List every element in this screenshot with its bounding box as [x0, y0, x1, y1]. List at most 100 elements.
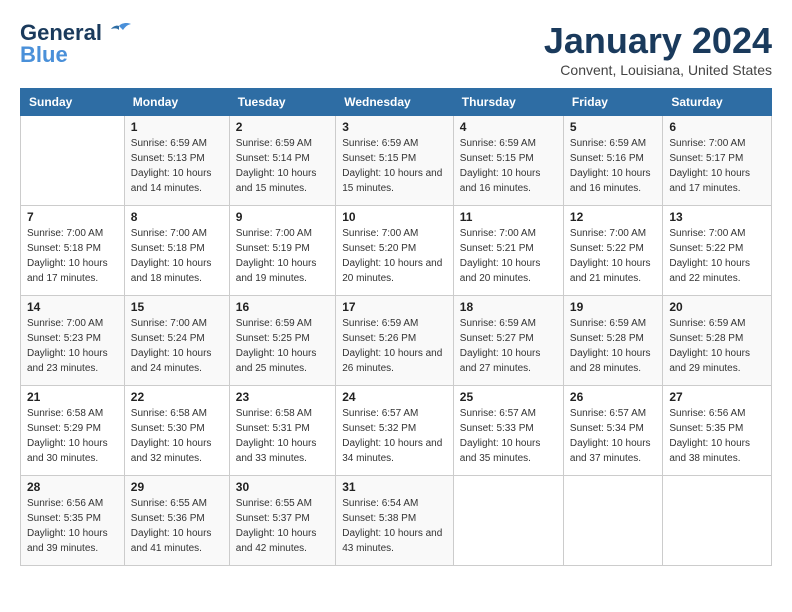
cell-week5-day3: 31Sunrise: 6:54 AMSunset: 5:38 PMDayligh… [336, 476, 454, 566]
daylight-text: Daylight: 10 hours and 18 minutes. [131, 256, 223, 286]
day-number: 2 [236, 120, 329, 134]
sunset-text: Sunset: 5:22 PM [669, 241, 765, 256]
cell-week4-day6: 27 Sunrise: 6:56 AMSunset: 5:35 PMDayligh… [663, 386, 772, 476]
sunset-text: Sunset: 5:29 PM [27, 421, 118, 436]
day-info: Sunrise: 7:00 AMSunset: 5:21 PMDaylight:… [460, 226, 557, 286]
logo: General Blue [20, 20, 133, 68]
sunset-text: Sunset: 5:14 PM [236, 151, 329, 166]
day-number: 30 [236, 480, 329, 494]
day-info: Sunrise: 6:59 AMSunset: 5:26 PMDaylight:… [342, 316, 447, 376]
day-number: 16 [236, 300, 329, 314]
daylight-text: Daylight: 10 hours and 37 minutes. [570, 436, 656, 466]
sunrise-text: Sunrise: 6:59 AM [131, 136, 223, 151]
sunrise-text: Sunrise: 7:00 AM [570, 226, 656, 241]
sunrise-text: Sunrise: 6:59 AM [342, 136, 447, 151]
title-area: January 2024 Convent, Louisiana, United … [544, 20, 772, 78]
sunset-text: Sunset: 5:28 PM [570, 331, 656, 346]
sunset-text: Sunset: 5:28 PM [669, 331, 765, 346]
day-number: 20 [669, 300, 765, 314]
header-friday: Friday [563, 89, 662, 116]
day-number: 24 [342, 390, 447, 404]
cell-week3-day4: 18Sunrise: 6:59 AMSunset: 5:27 PMDayligh… [453, 296, 563, 386]
day-info: Sunrise: 6:59 AMSunset: 5:15 PMDaylight:… [460, 136, 557, 196]
sunrise-text: Sunrise: 6:56 AM [27, 496, 118, 511]
daylight-text: Daylight: 10 hours and 32 minutes. [131, 436, 223, 466]
sunset-text: Sunset: 5:23 PM [27, 331, 118, 346]
cell-week2-day0: 7Sunrise: 7:00 AMSunset: 5:18 PMDaylight… [21, 206, 125, 296]
day-info: Sunrise: 6:56 AMSunset: 5:35 PMDaylight:… [669, 406, 765, 466]
sunrise-text: Sunrise: 6:59 AM [236, 316, 329, 331]
day-info: Sunrise: 6:59 AMSunset: 5:16 PMDaylight:… [570, 136, 656, 196]
sunrise-text: Sunrise: 6:57 AM [570, 406, 656, 421]
daylight-text: Daylight: 10 hours and 35 minutes. [460, 436, 557, 466]
logo-bird-icon [105, 22, 133, 44]
sunrise-text: Sunrise: 7:00 AM [27, 316, 118, 331]
cell-week5-day2: 30Sunrise: 6:55 AMSunset: 5:37 PMDayligh… [229, 476, 335, 566]
cell-week3-day2: 16 Sunrise: 6:59 AMSunset: 5:25 PMDayligh… [229, 296, 335, 386]
daylight-text: Daylight: 10 hours and 42 minutes. [236, 526, 329, 556]
sunrise-text: Sunrise: 7:00 AM [460, 226, 557, 241]
sunrise-text: Sunrise: 7:00 AM [131, 316, 223, 331]
day-info: Sunrise: 7:00 AMSunset: 5:22 PMDaylight:… [669, 226, 765, 286]
cell-week5-day5 [563, 476, 662, 566]
sunset-text: Sunset: 5:20 PM [342, 241, 447, 256]
sunrise-text: Sunrise: 6:58 AM [27, 406, 118, 421]
calendar-title: January 2024 [544, 20, 772, 62]
cell-week2-day4: 11Sunrise: 7:00 AMSunset: 5:21 PMDayligh… [453, 206, 563, 296]
day-number: 19 [570, 300, 656, 314]
sunset-text: Sunset: 5:36 PM [131, 511, 223, 526]
cell-week1-day4: 4 Sunrise: 6:59 AMSunset: 5:15 PMDaylight… [453, 116, 563, 206]
daylight-text: Daylight: 10 hours and 28 minutes. [570, 346, 656, 376]
day-info: Sunrise: 6:55 AMSunset: 5:36 PMDaylight:… [131, 496, 223, 556]
sunrise-text: Sunrise: 6:57 AM [460, 406, 557, 421]
day-number: 27 [669, 390, 765, 404]
sunrise-text: Sunrise: 7:00 AM [236, 226, 329, 241]
cell-week1-day6: 6 Sunrise: 7:00 AMSunset: 5:17 PMDaylight… [663, 116, 772, 206]
day-info: Sunrise: 7:00 AMSunset: 5:23 PMDaylight:… [27, 316, 118, 376]
daylight-text: Daylight: 10 hours and 25 minutes. [236, 346, 329, 376]
cell-week3-day6: 20 Sunrise: 6:59 AMSunset: 5:28 PMDayligh… [663, 296, 772, 386]
cell-week1-day5: 5Sunrise: 6:59 AMSunset: 5:16 PMDaylight… [563, 116, 662, 206]
sunset-text: Sunset: 5:19 PM [236, 241, 329, 256]
daylight-text: Daylight: 10 hours and 30 minutes. [27, 436, 118, 466]
sunset-text: Sunset: 5:34 PM [570, 421, 656, 436]
daylight-text: Daylight: 10 hours and 14 minutes. [131, 166, 223, 196]
day-number: 17 [342, 300, 447, 314]
day-number: 10 [342, 210, 447, 224]
daylight-text: Daylight: 10 hours and 15 minutes. [342, 166, 447, 196]
sunset-text: Sunset: 5:31 PM [236, 421, 329, 436]
week-row-5: 28Sunrise: 6:56 AMSunset: 5:35 PMDayligh… [21, 476, 772, 566]
day-number: 6 [669, 120, 765, 134]
day-number: 23 [236, 390, 329, 404]
sunset-text: Sunset: 5:21 PM [460, 241, 557, 256]
day-info: Sunrise: 6:57 AMSunset: 5:34 PMDaylight:… [570, 406, 656, 466]
day-info: Sunrise: 6:59 AMSunset: 5:15 PMDaylight:… [342, 136, 447, 196]
day-number: 7 [27, 210, 118, 224]
sunset-text: Sunset: 5:15 PM [342, 151, 447, 166]
day-info: Sunrise: 6:59 AMSunset: 5:28 PMDaylight:… [669, 316, 765, 376]
week-row-1: 1Sunrise: 6:59 AMSunset: 5:13 PMDaylight… [21, 116, 772, 206]
day-info: Sunrise: 6:58 AMSunset: 5:29 PMDaylight:… [27, 406, 118, 466]
daylight-text: Daylight: 10 hours and 17 minutes. [669, 166, 765, 196]
cell-week2-day2: 9Sunrise: 7:00 AMSunset: 5:19 PMDaylight… [229, 206, 335, 296]
sunset-text: Sunset: 5:17 PM [669, 151, 765, 166]
sunrise-text: Sunrise: 6:58 AM [131, 406, 223, 421]
cell-week2-day5: 12Sunrise: 7:00 AMSunset: 5:22 PMDayligh… [563, 206, 662, 296]
day-info: Sunrise: 7:00 AMSunset: 5:17 PMDaylight:… [669, 136, 765, 196]
header-row: Sunday Monday Tuesday Wednesday Thursday… [21, 89, 772, 116]
sunrise-text: Sunrise: 6:59 AM [342, 316, 447, 331]
daylight-text: Daylight: 10 hours and 26 minutes. [342, 346, 447, 376]
day-number: 3 [342, 120, 447, 134]
sunrise-text: Sunrise: 7:00 AM [342, 226, 447, 241]
daylight-text: Daylight: 10 hours and 24 minutes. [131, 346, 223, 376]
sunset-text: Sunset: 5:38 PM [342, 511, 447, 526]
day-info: Sunrise: 6:59 AMSunset: 5:25 PMDaylight:… [236, 316, 329, 376]
day-number: 4 [460, 120, 557, 134]
day-number: 21 [27, 390, 118, 404]
cell-week4-day4: 25Sunrise: 6:57 AMSunset: 5:33 PMDayligh… [453, 386, 563, 476]
daylight-text: Daylight: 10 hours and 20 minutes. [460, 256, 557, 286]
cell-week5-day1: 29Sunrise: 6:55 AMSunset: 5:36 PMDayligh… [124, 476, 229, 566]
sunrise-text: Sunrise: 6:58 AM [236, 406, 329, 421]
sunset-text: Sunset: 5:37 PM [236, 511, 329, 526]
week-row-3: 14Sunrise: 7:00 AMSunset: 5:23 PMDayligh… [21, 296, 772, 386]
